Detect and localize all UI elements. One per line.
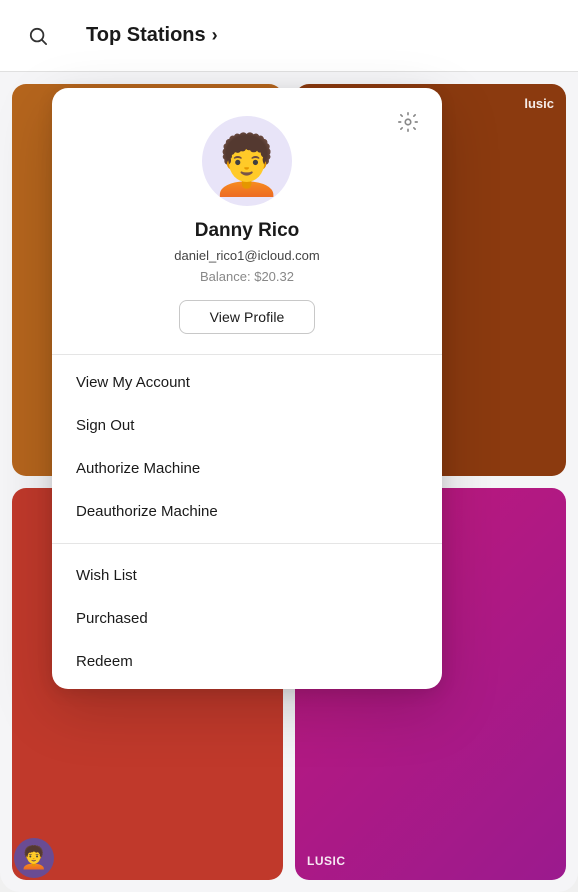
section-divider-2 xyxy=(52,543,442,544)
menu-item-redeem[interactable]: Redeem xyxy=(52,640,442,683)
menu-section-2: Wish List Purchased Redeem xyxy=(52,548,442,689)
menu-section-1: View My Account Sign Out Authorize Machi… xyxy=(52,355,442,539)
avatar-emoji: 🧑‍🦱 xyxy=(211,137,283,195)
settings-button[interactable] xyxy=(394,108,422,136)
avatar: 🧑‍🦱 xyxy=(202,116,292,206)
menu-item-authorize-machine[interactable]: Authorize Machine xyxy=(52,447,442,490)
account-dropdown: 🧑‍🦱 Danny Rico daniel_rico1@icloud.com B… xyxy=(52,88,442,689)
user-balance: Balance: $20.32 xyxy=(200,269,294,284)
header-bar: Top Stations › xyxy=(0,0,578,72)
menu-item-view-my-account[interactable]: View My Account xyxy=(52,361,442,404)
menu-item-purchased[interactable]: Purchased xyxy=(52,597,442,640)
chevron-right-icon: › xyxy=(212,25,218,46)
search-button[interactable] xyxy=(20,18,56,54)
menu-item-sign-out[interactable]: Sign Out xyxy=(52,404,442,447)
bg-card-top-right-label: lusic xyxy=(524,96,554,111)
view-profile-button[interactable]: View Profile xyxy=(179,300,316,334)
user-email: daniel_rico1@icloud.com xyxy=(174,248,319,263)
page-title: Top Stations › xyxy=(86,24,218,47)
menu-item-deauthorize-machine[interactable]: Deauthorize Machine xyxy=(52,490,442,533)
menu-item-wish-list[interactable]: Wish List xyxy=(52,554,442,597)
profile-section: 🧑‍🦱 Danny Rico daniel_rico1@icloud.com B… xyxy=(52,88,442,354)
small-avatar: 🧑‍🦱 xyxy=(14,838,54,878)
user-name: Danny Rico xyxy=(195,220,300,242)
bg-card-bottom-right-label: lusic xyxy=(307,854,554,868)
